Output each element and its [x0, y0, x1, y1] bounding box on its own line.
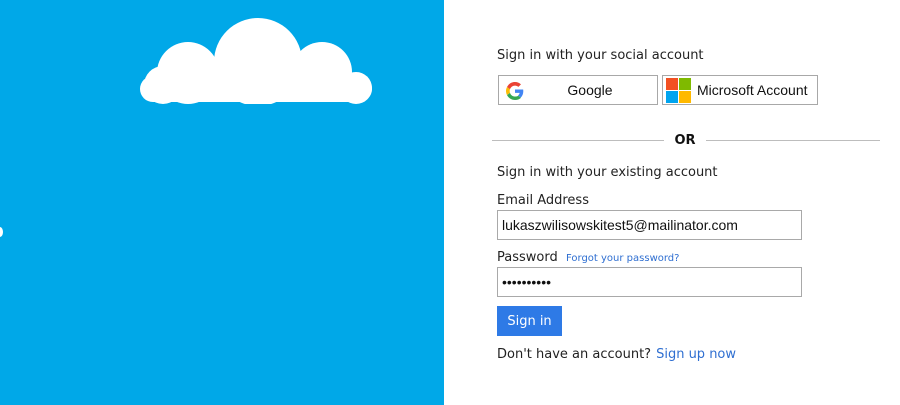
- social-sign-in-heading: Sign in with your social account: [497, 48, 704, 63]
- sign-up-row: Don't have an account? Sign up now: [497, 347, 736, 362]
- branding-panel: [0, 0, 444, 405]
- divider-line-right: [706, 140, 880, 141]
- microsoft-sign-in-button[interactable]: Microsoft Account: [662, 75, 818, 105]
- sign-in-form-panel: Sign in with your social account Google …: [444, 0, 900, 405]
- password-input[interactable]: [497, 267, 802, 297]
- google-button-label: Google: [567, 82, 613, 98]
- email-label: Email Address: [497, 193, 589, 208]
- email-input[interactable]: [497, 210, 802, 240]
- password-label: Password: [497, 250, 558, 265]
- local-sign-in-heading: Sign in with your existing account: [497, 165, 718, 180]
- sign-in-page: Sign in with your social account Google …: [0, 0, 900, 405]
- cloud-icon: [140, 18, 372, 104]
- microsoft-button-label: Microsoft Account: [697, 82, 808, 98]
- forgot-password-link[interactable]: Forgot your password?: [566, 253, 679, 264]
- divider-line-left: [492, 140, 664, 141]
- panel-edge-dot: [0, 227, 3, 237]
- sign-up-prompt: Don't have an account?: [497, 347, 652, 362]
- microsoft-logo-icon: [666, 78, 691, 103]
- sign-up-link[interactable]: Sign up now: [656, 347, 736, 362]
- or-divider-text: OR: [674, 133, 696, 148]
- google-sign-in-button[interactable]: Google: [498, 75, 658, 105]
- sign-in-button[interactable]: Sign in: [497, 306, 562, 336]
